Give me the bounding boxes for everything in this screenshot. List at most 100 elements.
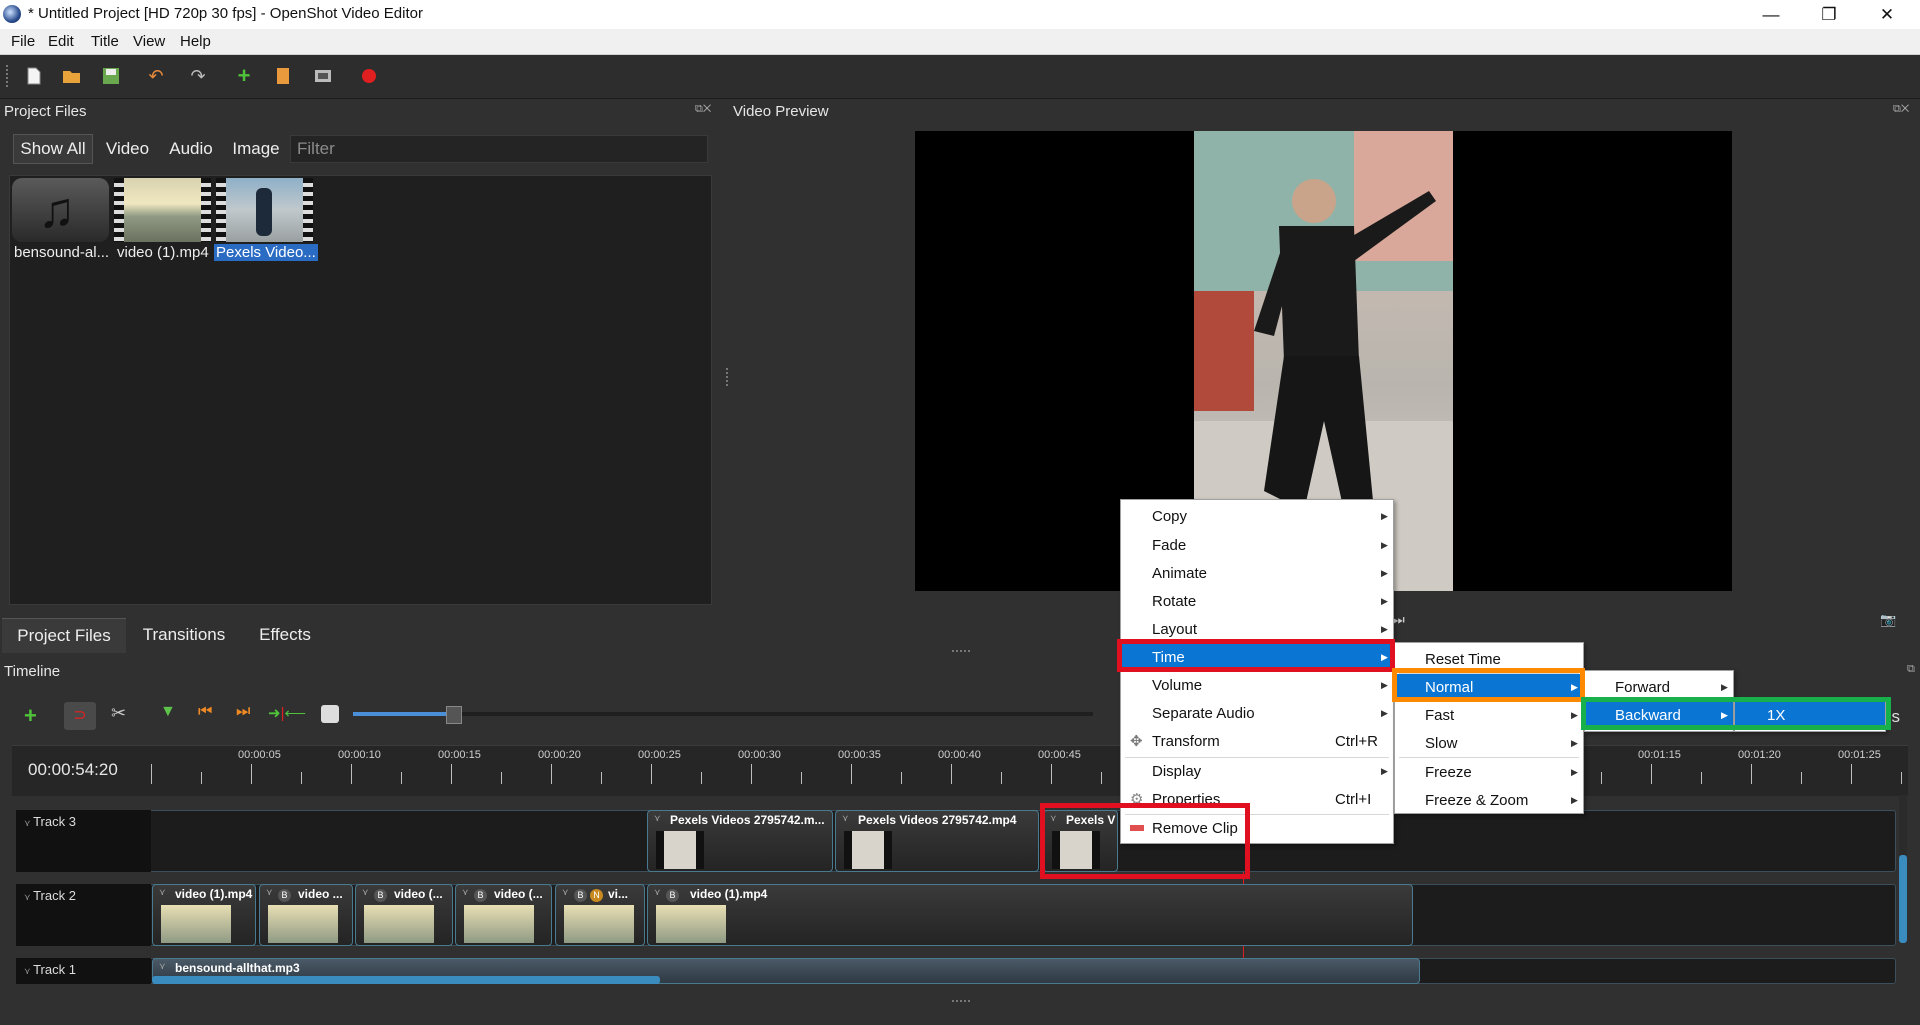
pexels-file-thumbnail[interactable]: [216, 178, 313, 242]
ruler-tick: [251, 764, 252, 784]
ruler-tick: [1901, 772, 1902, 784]
maximize-button[interactable]: ❐: [1800, 0, 1858, 29]
menu-item-fast[interactable]: Fast ▶: [1395, 702, 1583, 728]
razor-scissors-icon[interactable]: ✂: [111, 703, 126, 724]
toolbar-grip[interactable]: [6, 65, 11, 87]
menu-title[interactable]: Title: [91, 33, 119, 50]
highlight-selected-clip-red: [1040, 803, 1250, 879]
clip-track2-6[interactable]: ⋎ B video (1).mp4: [647, 884, 1413, 946]
menu-item-display[interactable]: Display ▶: [1121, 758, 1393, 784]
import-files-icon[interactable]: +: [232, 63, 256, 88]
redo-icon[interactable]: ↷: [186, 64, 210, 88]
menu-bar: File Edit Title View Help: [0, 29, 1920, 55]
ruler-tick: [351, 764, 352, 784]
zoom-fit-icon[interactable]: [321, 705, 339, 723]
video-file-thumbnail[interactable]: [114, 178, 211, 242]
open-project-icon[interactable]: [60, 64, 84, 88]
export-video-icon[interactable]: [357, 64, 381, 88]
ruler-tick: [951, 764, 952, 784]
undo-icon[interactable]: ↶: [144, 64, 168, 88]
bottom-splitter-handle[interactable]: [952, 1000, 970, 1002]
ruler-tick-label: 00:01:20: [1738, 749, 1781, 761]
clip-badge-b: B: [374, 889, 387, 902]
center-timeline-icon[interactable]: ➜|⟵: [268, 704, 306, 722]
clip-track2-2[interactable]: ⋎ B video ...: [259, 884, 353, 946]
minimize-button[interactable]: —: [1742, 0, 1800, 29]
clip-track2-1[interactable]: ⋎ video (1).mp4: [152, 884, 256, 946]
ruler-tick: [801, 772, 802, 784]
ruler-tick-label: 00:00:25: [638, 749, 681, 761]
ruler-tick-label: 00:00:30: [738, 749, 781, 761]
snapping-magnet-icon[interactable]: ⊃: [64, 702, 96, 730]
file-name-audio[interactable]: bensound-al...: [14, 244, 109, 261]
ruler-tick: [1801, 772, 1802, 784]
filter-video[interactable]: Video: [100, 134, 155, 164]
clip-badge-b: B: [666, 889, 679, 902]
menu-item-volume[interactable]: Volume ▶: [1121, 672, 1393, 698]
ruler-tick: [601, 772, 602, 784]
timeline-horizontal-scrollbar[interactable]: [152, 976, 660, 984]
ruler-tick: [201, 772, 202, 784]
filter-show-all[interactable]: Show All: [13, 134, 93, 164]
add-track-icon[interactable]: +: [24, 703, 37, 729]
ruler-tick: [851, 764, 852, 784]
new-project-icon[interactable]: [22, 64, 46, 88]
menu-view[interactable]: View: [133, 33, 165, 50]
video-preview-title: Video Preview: [733, 103, 829, 120]
file-name-video[interactable]: video (1).mp4: [117, 244, 209, 261]
menu-item-freeze[interactable]: Freeze ▶: [1395, 759, 1583, 785]
track-3-name: Track 3: [33, 814, 76, 829]
tab-transitions[interactable]: Transitions: [128, 618, 240, 652]
tab-project-files[interactable]: Project Files: [2, 618, 126, 653]
add-marker-icon[interactable]: ▼: [160, 703, 176, 721]
menu-edit[interactable]: Edit: [48, 33, 74, 50]
timeline-dock-control-icon[interactable]: ⧉: [1907, 663, 1915, 676]
file-name-pexels[interactable]: Pexels Video...: [214, 244, 318, 261]
filter-image[interactable]: Image: [225, 134, 287, 164]
dock-float-close-icon[interactable]: ⧉✕: [695, 103, 711, 116]
menu-item-fade[interactable]: Fade ▶: [1121, 532, 1393, 558]
menu-item-freeze-zoom[interactable]: Freeze & Zoom ▶: [1395, 787, 1583, 813]
menu-item-animate[interactable]: Animate ▶: [1121, 560, 1393, 586]
ruler-tick-label: 00:00:20: [538, 749, 581, 761]
filter-audio[interactable]: Audio: [161, 134, 221, 164]
menu-item-transform[interactable]: ✥ Transform Ctrl+R: [1121, 728, 1393, 754]
clip-title: video (...: [394, 887, 443, 901]
track-1-header: ⋎ Track 1: [16, 958, 151, 984]
clip-track3-2[interactable]: ⋎ Pexels Videos 2795742.mp4: [835, 810, 1039, 872]
menu-item-copy[interactable]: Copy ▶: [1121, 503, 1393, 529]
zoom-slider-handle[interactable]: [446, 706, 462, 724]
filter-input[interactable]: Filter: [290, 135, 708, 163]
jump-end-icon[interactable]: ⏭: [1393, 612, 1405, 628]
menu-item-separate-audio[interactable]: Separate Audio ▶: [1121, 700, 1393, 726]
ruler-ticks: 00:00:05 00:00:10 00:00:15 00:00:20 00:00:25…: [12, 746, 1908, 796]
ruler-tick: [1101, 772, 1102, 784]
clip-track2-4[interactable]: ⋎ B video (...: [455, 884, 552, 946]
ruler-tick: [1051, 764, 1052, 784]
tab-effects[interactable]: Effects: [244, 618, 326, 652]
splitter-handle[interactable]: [952, 650, 970, 652]
ruler-tick: [401, 772, 402, 784]
snapshot-camera-icon[interactable]: 📷: [1880, 612, 1896, 628]
clip-track3-1[interactable]: ⋎ Pexels Videos 2795742.m...: [647, 810, 833, 872]
next-marker-icon[interactable]: ⏭: [236, 703, 250, 721]
profile-icon[interactable]: [271, 64, 295, 88]
clip-track2-3[interactable]: ⋎ B video (...: [355, 884, 453, 946]
menu-file[interactable]: File: [11, 33, 35, 50]
clip-track2-5[interactable]: ⋎ B N vi...: [555, 884, 645, 946]
previous-marker-icon[interactable]: ⏮: [198, 703, 212, 721]
menu-item-rotate[interactable]: Rotate ▶: [1121, 588, 1393, 614]
timeline-vertical-scrollbar-thumb[interactable]: [1899, 855, 1907, 943]
timeline-ruler[interactable]: 00:00:54:20 00:00:05 00:00:10 00:00:15 00:0…: [12, 745, 1908, 796]
fullscreen-icon[interactable]: [311, 64, 335, 88]
close-button[interactable]: ✕: [1858, 0, 1916, 29]
window-title: * Untitled Project [HD 720p 30 fps] - Op…: [28, 5, 423, 22]
save-project-icon[interactable]: [99, 64, 123, 88]
zoom-slider-track[interactable]: [453, 712, 1093, 716]
clip-title: video (...: [494, 887, 543, 901]
menu-item-slow[interactable]: Slow ▶: [1395, 730, 1583, 756]
audio-file-thumbnail[interactable]: ♫: [12, 178, 109, 242]
panel-splitter[interactable]: [726, 368, 730, 386]
menu-help[interactable]: Help: [180, 33, 211, 50]
preview-dock-controls-icon[interactable]: ⧉✕: [1893, 103, 1909, 116]
